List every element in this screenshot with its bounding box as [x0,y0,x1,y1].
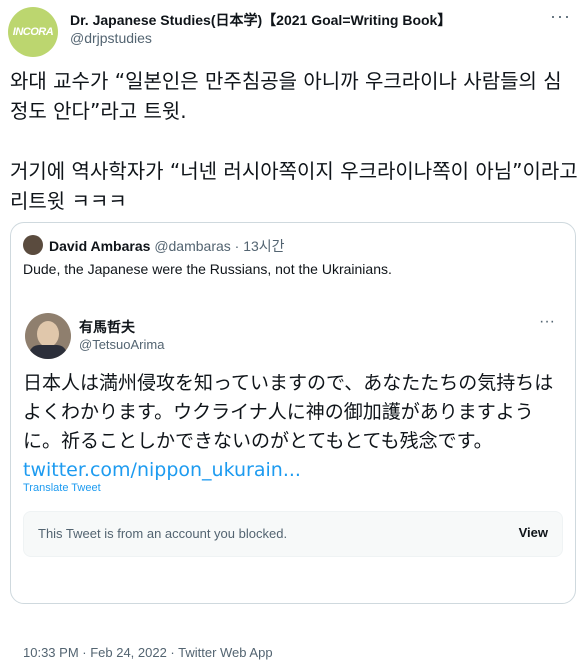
blocked-notice: This Tweet is from an account you blocke… [23,511,563,557]
avatar-text: INCORA [12,25,54,38]
embedded-link[interactable]: twitter.com/nippon_ukurain... [23,459,301,481]
embedded-more-icon[interactable]: ··· [539,313,555,331]
quoted-author-name[interactable]: David Ambaras [49,238,150,254]
view-button[interactable]: View [519,525,548,540]
quoted-author-handle-time: @dambaras · 13시간 [154,238,285,254]
tweet-text: 와대 교수가 “일본인은 만주침공을 아니까 우크라이나 사람들의 심정도 안다… [10,69,578,213]
quoted-avatar[interactable] [23,235,43,255]
embedded-author-handle[interactable]: @TetsuoArima [79,337,164,352]
author-avatar[interactable]: INCORA [8,7,58,57]
quoted-tweet[interactable]: David Ambaras @dambaras · 13시간 Dude, the… [10,222,576,660]
embedded-text-body: 日本人は満州侵攻を知っていますので、あなたたちの気持ちはよくわかります。ウクライ… [23,372,554,452]
quoted-header: David Ambaras @dambaras · 13시간 [49,236,285,256]
blocked-text: This Tweet is from an account you blocke… [38,526,288,541]
more-options-icon[interactable]: ··· [550,6,571,27]
embedded-author-name[interactable]: 有馬哲夫 [79,317,135,337]
author-handle[interactable]: @drjpstudies [70,30,152,46]
embedded-avatar[interactable] [25,313,71,359]
embedded-tweet-text: 日本人は満州侵攻を知っていますので、あなたたちの気持ちはよくわかります。ウクライ… [23,369,563,485]
avatar-suit [29,345,67,359]
author-name[interactable]: Dr. Japanese Studies(日本学)【2021 Goal=Writ… [70,10,451,30]
tweet-timestamp[interactable]: 10:33 PM · Feb 24, 2022 · Twitter Web Ap… [23,645,273,660]
avatar-face [37,321,59,347]
quoted-tweet-text: Dude, the Japanese were the Russians, no… [23,261,392,277]
translate-tweet-link[interactable]: Translate Tweet [23,482,101,494]
